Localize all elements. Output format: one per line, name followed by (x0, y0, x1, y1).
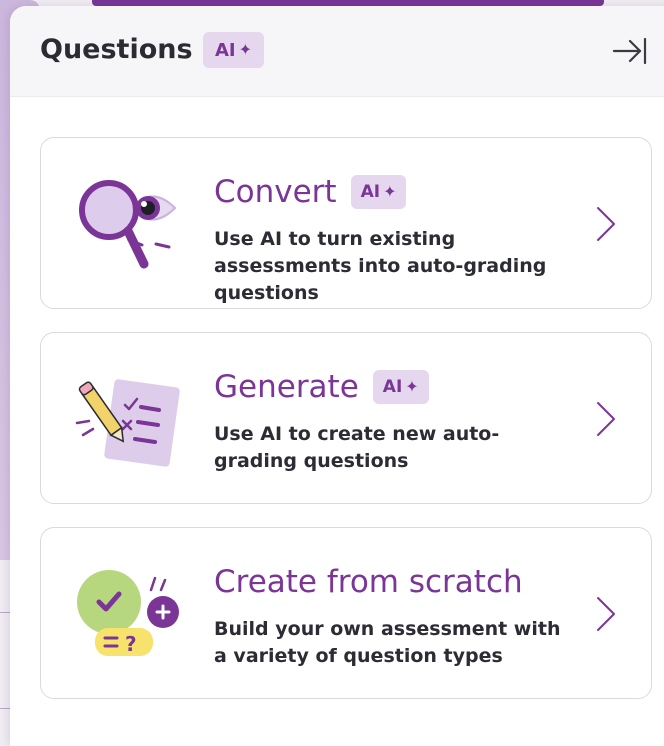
panel-header: Questions AI ✦ (10, 6, 664, 97)
magnifier-eye-icon (71, 168, 186, 278)
chevron-right-icon (597, 597, 615, 631)
card-description: Build your own assessment with a variety… (214, 618, 561, 667)
pencil-checklist-icon (71, 363, 186, 473)
card-description: Use AI to create new auto-grading questi… (214, 423, 500, 472)
sparkle-icon: ✦ (238, 40, 253, 59)
create-from-scratch-card[interactable]: ? Create from scratch Build your own ass… (40, 527, 652, 699)
ai-badge-label: AI (382, 377, 403, 397)
ai-badge: AI ✦ (203, 32, 265, 68)
chevron-right-icon (597, 207, 615, 241)
ai-badge-label: AI (215, 39, 236, 61)
ai-badge: AI ✦ (372, 370, 429, 404)
card-title: Generate (214, 369, 359, 405)
chevron-right-icon (597, 402, 615, 436)
collapse-panel-button[interactable] (610, 34, 650, 68)
card-title: Convert (214, 174, 337, 210)
sparkle-icon: ✦ (405, 377, 419, 396)
panel-title: Questions (40, 34, 193, 65)
card-title: Create from scratch (214, 564, 523, 600)
sparkle-icon: ✦ (383, 182, 397, 201)
generate-card[interactable]: Generate AI ✦ Use AI to create new auto-… (40, 332, 652, 504)
speech-bubbles-icon: ? (71, 558, 186, 668)
svg-text:?: ? (125, 632, 137, 656)
ai-badge: AI ✦ (350, 175, 407, 209)
card-description: Use AI to turn existing assessments into… (214, 228, 547, 304)
convert-card[interactable]: Convert AI ✦ Use AI to turn existing ass… (40, 137, 652, 309)
collapse-right-icon (612, 37, 647, 65)
ai-badge-label: AI (360, 182, 381, 202)
questions-panel: Questions AI ✦ Convert AI ✦ Use AI to tu… (10, 6, 664, 746)
